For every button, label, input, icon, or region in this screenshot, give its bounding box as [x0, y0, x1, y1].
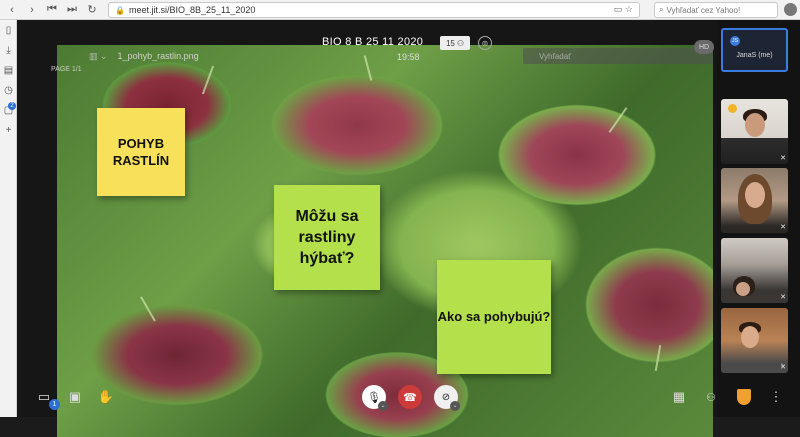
sidebar-toggle-icon[interactable]: ▥ ⌄	[89, 51, 108, 62]
participant-video	[736, 282, 750, 296]
add-panel-icon[interactable]: +	[0, 120, 17, 140]
back-icon[interactable]: ‹	[4, 2, 20, 18]
forward-icon[interactable]: ›	[24, 2, 40, 18]
local-participant-name: JanaS (me)	[736, 52, 773, 59]
participant-tile[interactable]: ✕	[721, 238, 788, 303]
screen-share-icon[interactable]: ▣	[65, 385, 85, 409]
mic-options-icon[interactable]: ⌄	[378, 401, 388, 411]
find-input[interactable]: Vyhľadať	[523, 48, 713, 64]
participant-video	[745, 182, 765, 208]
plant-detail	[140, 296, 156, 322]
file-name: 1_pohyb_rastlin.png	[117, 51, 199, 61]
local-video-tile[interactable]: JS JanaS (me)	[721, 28, 788, 72]
avatar: JS	[730, 36, 740, 46]
camera-options-icon[interactable]: ⌄	[450, 401, 460, 411]
history-icon[interactable]: ◷	[0, 80, 17, 100]
hangup-icon[interactable]: ☎	[398, 385, 422, 409]
plant-detail	[608, 107, 628, 133]
participant-count-value: 15	[445, 38, 455, 48]
find-placeholder: Vyhľadať	[539, 51, 572, 61]
browser-toolbar: ‹ › ⏮ ⏭ ↻ ⌂ 🔒 meet.jit.si/BIO_8B_25_11_2…	[0, 0, 800, 20]
camera-permission-icon[interactable]: ▭ ☆	[614, 4, 633, 15]
plant-detail	[201, 65, 215, 95]
tile-view-icon[interactable]: ▦	[669, 385, 689, 409]
invite-icon[interactable]: ⚇	[703, 385, 719, 409]
indicator-icon	[728, 104, 737, 113]
file-tab: ▥ ⌄ 1_pohyb_rastlin.png	[89, 49, 249, 63]
mic-muted-icon: ✕	[780, 294, 786, 301]
first-icon[interactable]: ⏮	[44, 2, 60, 18]
security-shield-icon[interactable]	[737, 389, 751, 405]
chat-badge: 1	[49, 399, 60, 410]
search-input[interactable]: ⌕ Vyhľadať cez Yahoo!	[654, 2, 778, 18]
meeting-stage: POHYB RASTLÍN Môžu sa rastliny hýbať? Ak…	[17, 20, 717, 437]
search-placeholder: Vyhľadať cez Yahoo!	[666, 5, 741, 15]
mic-muted-icon: ✕	[780, 224, 786, 231]
plant-detail	[654, 345, 662, 371]
recording-icon[interactable]: ⊚	[478, 36, 492, 50]
participant-count[interactable]: 15 ⚇	[440, 36, 470, 50]
page-indicator: PAGE 1/1	[51, 66, 82, 73]
download-icon[interactable]: ⤓	[0, 40, 17, 60]
raise-hand-icon[interactable]: ✋	[96, 385, 116, 409]
window-badge: 2	[8, 102, 16, 110]
filmstrip: JS JanaS (me) ✕ ✕ ✕ ✕	[717, 20, 800, 417]
profile-icon[interactable]	[784, 3, 797, 16]
url-text: meet.jit.si/BIO_8B_25_11_2020	[128, 5, 256, 15]
notes-icon[interactable]: ▤	[0, 60, 17, 80]
video-quality-badge[interactable]: HD	[694, 40, 714, 54]
sticky-note-title: POHYB RASTLÍN	[97, 108, 185, 196]
participant-tile[interactable]: ✕	[721, 308, 788, 373]
last-icon[interactable]: ⏭	[64, 2, 80, 18]
reload-icon[interactable]: ↻	[84, 2, 100, 18]
search-icon: ⌕	[659, 5, 664, 14]
people-icon: ⚇	[456, 38, 465, 48]
participant-tile[interactable]: ✕	[721, 168, 788, 233]
sticky-note-question-2: Ako sa pohybujú?	[437, 260, 551, 374]
participant-video	[741, 326, 759, 348]
more-options-icon[interactable]: ⋮	[769, 385, 783, 409]
participant-tile[interactable]: ✕	[721, 99, 788, 164]
participant-video	[745, 113, 765, 137]
meeting-toolbar: ▭ 1 ▣ ✋ 🎙 ⌄ ☎ ⊘ ⌄ ▦ ⚇ ⋮	[17, 379, 800, 417]
plant-detail	[363, 55, 373, 81]
mic-muted-icon: ✕	[780, 155, 786, 162]
meeting-title: BIO 8 B 25 11 2020	[322, 36, 424, 48]
browser-sidebar: ▯ ⤓ ▤ ◷ ▢ 2 +	[0, 20, 17, 417]
lock-icon: 🔒	[115, 5, 125, 15]
bookmark-icon[interactable]: ▯	[0, 20, 17, 40]
sticky-note-question-1: Môžu sa rastliny hýbať?	[274, 185, 380, 290]
window-icon[interactable]: ▢ 2	[0, 100, 17, 120]
meeting-timer: 19:58	[397, 52, 420, 62]
filmstrip-scroll-icon[interactable]: ›	[781, 360, 784, 369]
address-bar[interactable]: 🔒 meet.jit.si/BIO_8B_25_11_2020 ▭ ☆	[108, 2, 640, 18]
